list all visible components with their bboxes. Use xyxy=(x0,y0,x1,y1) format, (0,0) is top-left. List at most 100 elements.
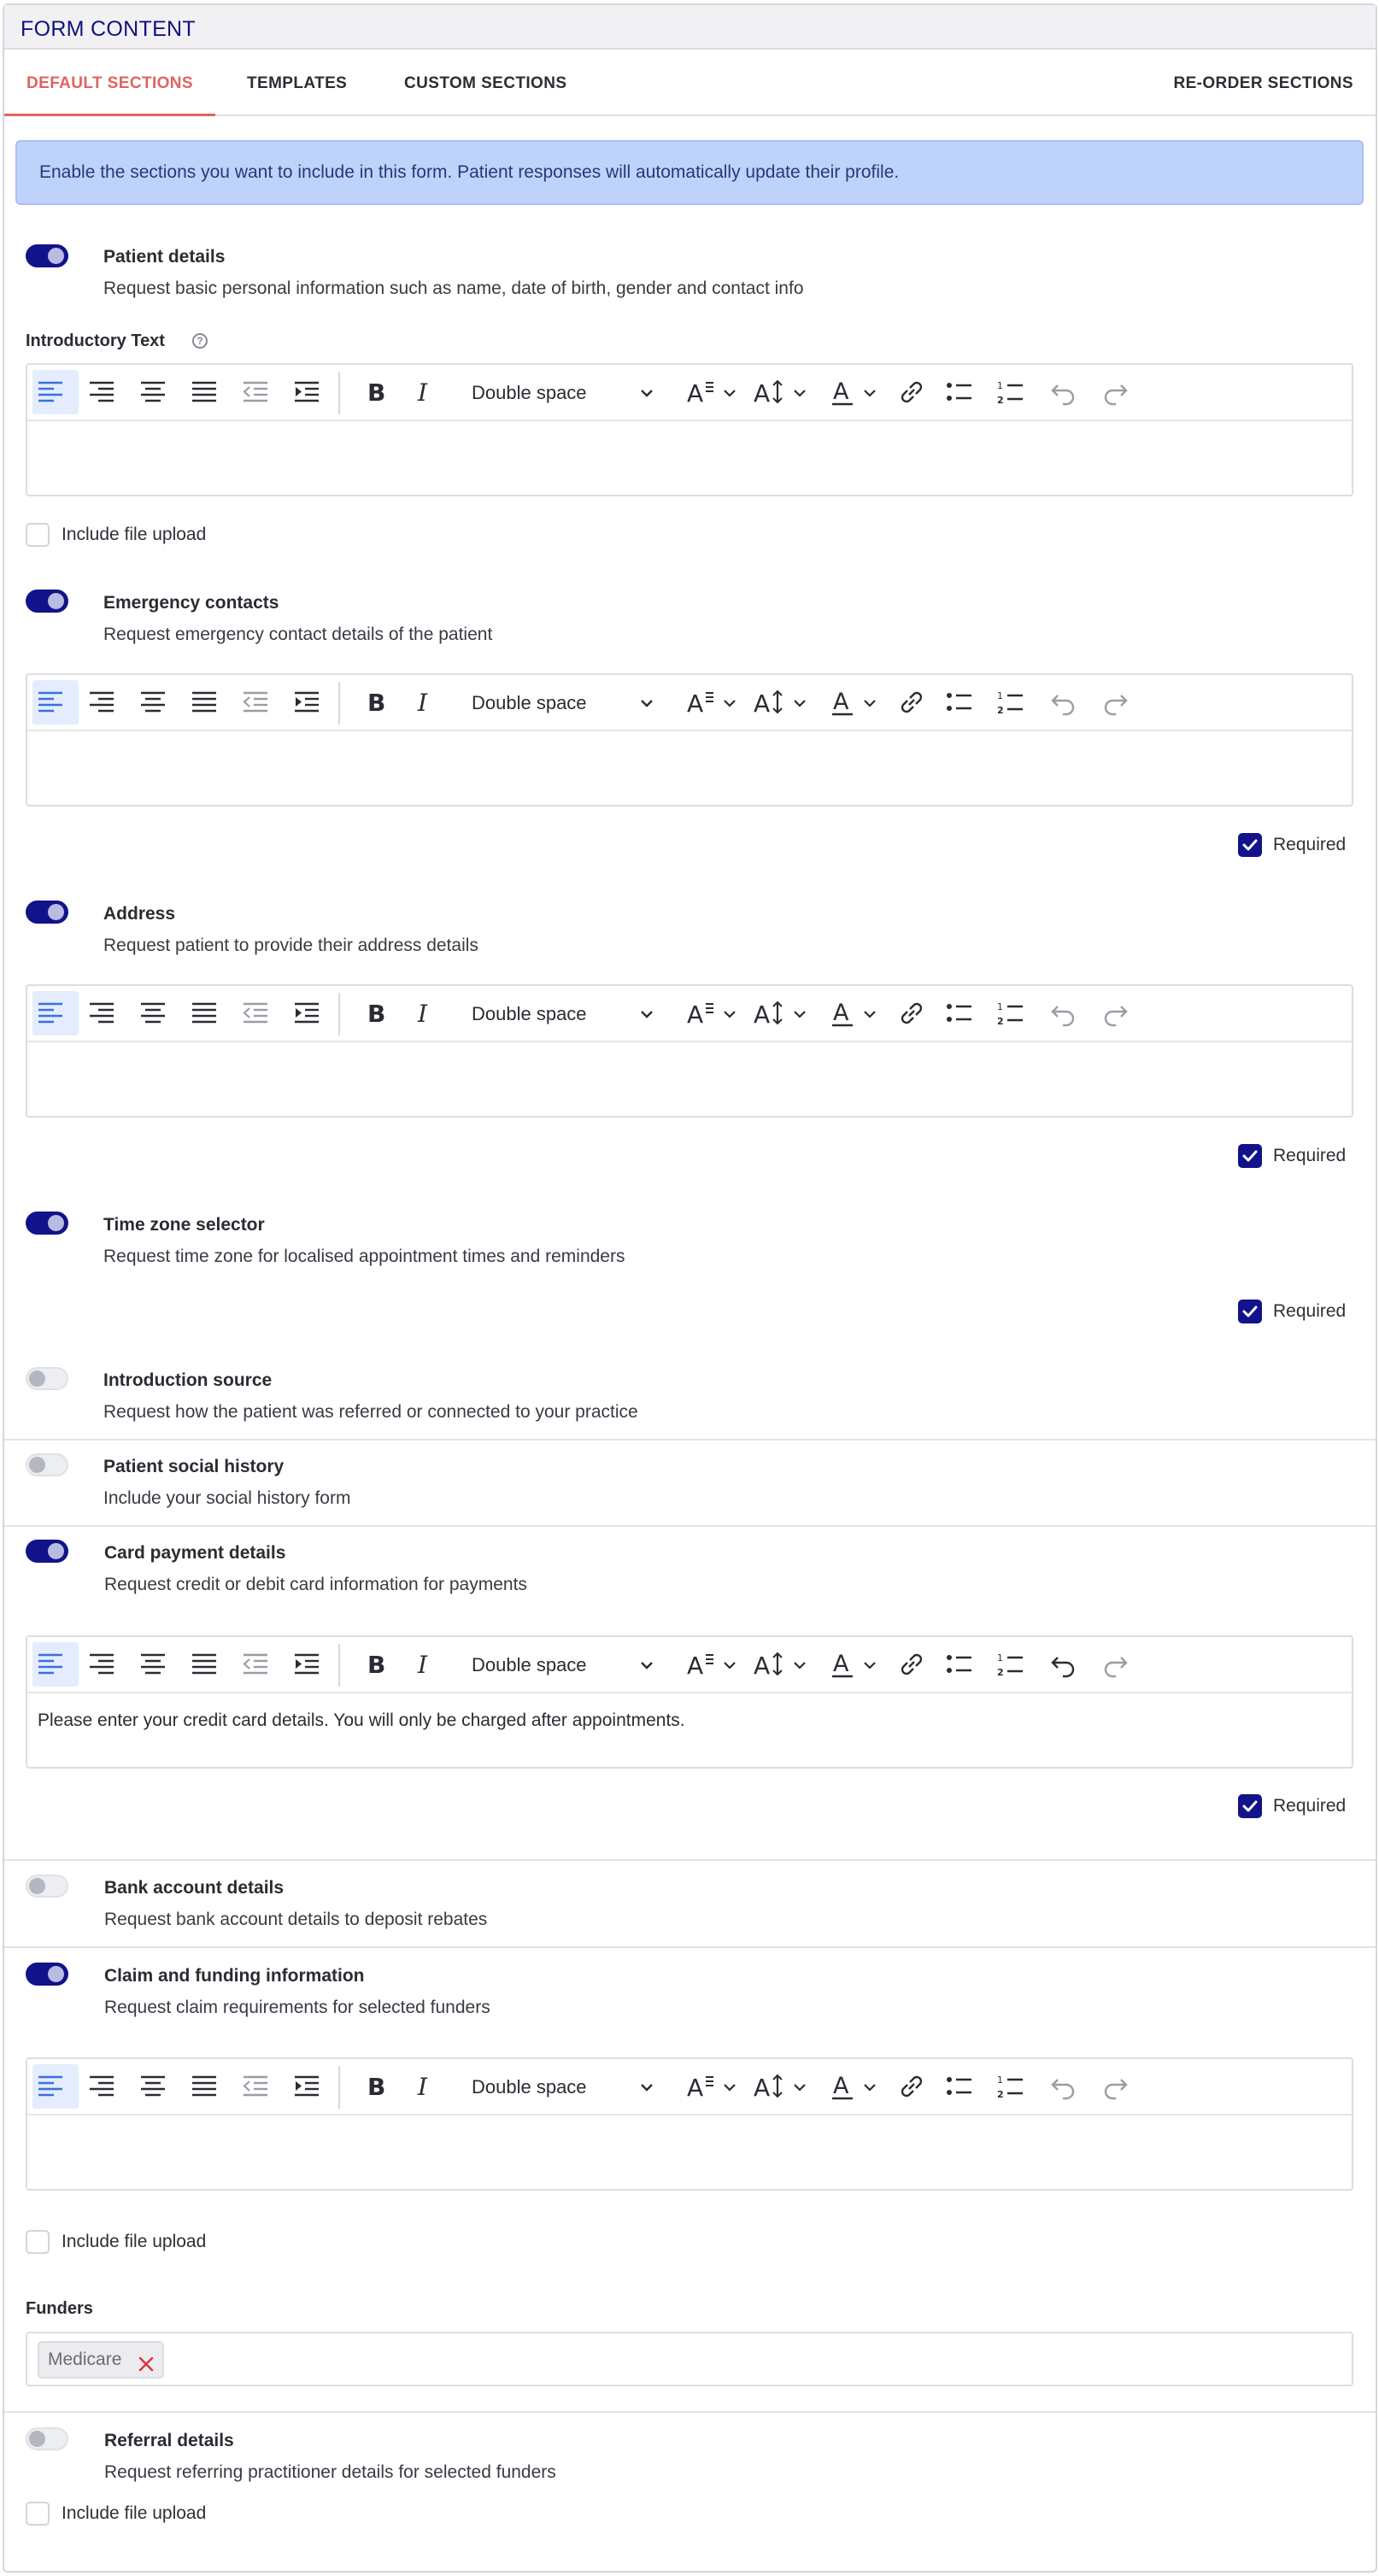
line-spacing-select[interactable]: Double space xyxy=(460,370,658,414)
font-style-icon[interactable]: A xyxy=(685,2064,740,2109)
italic-icon[interactable]: I xyxy=(403,680,446,725)
font-style-icon[interactable]: A xyxy=(685,370,740,414)
align-left-icon[interactable] xyxy=(32,680,79,725)
align-justify-icon[interactable] xyxy=(186,680,232,725)
font-color-icon[interactable]: A xyxy=(829,680,882,725)
font-color-icon[interactable]: A xyxy=(829,2064,882,2109)
editor-content[interactable]: Please enter your credit card details. Y… xyxy=(27,1693,1352,1767)
funders-select[interactable]: Medicare xyxy=(26,2332,1353,2386)
required-checkbox[interactable] xyxy=(1238,1300,1262,1323)
align-right-icon[interactable] xyxy=(84,370,130,414)
outdent-icon[interactable] xyxy=(238,2064,284,2109)
align-justify-icon[interactable] xyxy=(186,2064,232,2109)
tab-custom-sections[interactable]: CUSTOM SECTIONS xyxy=(382,51,589,116)
font-color-icon[interactable]: A xyxy=(829,1642,882,1687)
font-style-icon[interactable]: A xyxy=(685,1642,740,1687)
link-icon[interactable] xyxy=(892,1642,933,1687)
font-size-icon[interactable]: A xyxy=(754,680,810,725)
undo-icon[interactable] xyxy=(1044,1642,1085,1687)
re-order-sections-button[interactable]: RE-ORDER SECTIONS xyxy=(1151,51,1376,116)
link-icon[interactable] xyxy=(892,2064,933,2109)
remove-tag-icon[interactable] xyxy=(137,2351,156,2372)
editor-content[interactable] xyxy=(27,1042,1352,1116)
italic-icon[interactable]: I xyxy=(403,370,446,414)
italic-icon[interactable]: I xyxy=(403,991,446,1036)
align-justify-icon[interactable] xyxy=(186,1642,232,1687)
line-spacing-select[interactable]: Double space xyxy=(460,1642,658,1687)
redo-icon[interactable] xyxy=(1095,2064,1136,2109)
align-center-icon[interactable] xyxy=(135,680,181,725)
numbered-list-icon[interactable]: 12 xyxy=(991,991,1032,1036)
outdent-icon[interactable] xyxy=(238,991,284,1036)
include-file-upload-checkbox[interactable] xyxy=(26,2230,50,2254)
line-spacing-select[interactable]: Double space xyxy=(460,991,658,1036)
font-size-icon[interactable]: A xyxy=(754,2064,810,2109)
numbered-list-icon[interactable]: 12 xyxy=(991,2064,1032,2109)
redo-icon[interactable] xyxy=(1095,991,1136,1036)
italic-icon[interactable]: I xyxy=(403,2064,446,2109)
bold-icon[interactable]: B xyxy=(355,1642,398,1687)
link-icon[interactable] xyxy=(892,991,933,1036)
toggle-referral-details[interactable] xyxy=(26,2427,68,2450)
bullet-list-icon[interactable] xyxy=(940,680,981,725)
toggle-patient-details[interactable] xyxy=(26,244,68,267)
align-justify-icon[interactable] xyxy=(186,370,232,414)
align-justify-icon[interactable] xyxy=(186,991,232,1036)
align-left-icon[interactable] xyxy=(32,370,79,414)
include-file-upload-checkbox[interactable] xyxy=(26,523,50,547)
undo-icon[interactable] xyxy=(1044,680,1085,725)
toggle-emergency-contacts[interactable] xyxy=(26,590,68,613)
required-checkbox[interactable] xyxy=(1238,1794,1262,1818)
bold-icon[interactable]: B xyxy=(355,370,398,414)
toggle-card-payment-details[interactable] xyxy=(26,1540,68,1563)
align-right-icon[interactable] xyxy=(84,991,130,1036)
outdent-icon[interactable] xyxy=(238,1642,284,1687)
toggle-time-zone-selector[interactable] xyxy=(26,1212,68,1235)
indent-icon[interactable] xyxy=(289,2064,335,2109)
bullet-list-icon[interactable] xyxy=(940,1642,981,1687)
outdent-icon[interactable] xyxy=(238,370,284,414)
font-size-icon[interactable]: A xyxy=(754,1642,810,1687)
bold-icon[interactable]: B xyxy=(355,2064,398,2109)
undo-icon[interactable] xyxy=(1044,2064,1085,2109)
align-center-icon[interactable] xyxy=(135,991,181,1036)
indent-icon[interactable] xyxy=(289,370,335,414)
numbered-list-icon[interactable]: 12 xyxy=(991,680,1032,725)
bullet-list-icon[interactable] xyxy=(940,2064,981,2109)
redo-icon[interactable] xyxy=(1095,370,1136,414)
align-left-icon[interactable] xyxy=(32,991,79,1036)
align-right-icon[interactable] xyxy=(84,680,130,725)
indent-icon[interactable] xyxy=(289,1642,335,1687)
required-checkbox[interactable] xyxy=(1238,833,1262,857)
align-left-icon[interactable] xyxy=(32,2064,79,2109)
font-size-icon[interactable]: A xyxy=(754,370,810,414)
line-spacing-select[interactable]: Double space xyxy=(460,2064,658,2109)
indent-icon[interactable] xyxy=(289,680,335,725)
redo-icon[interactable] xyxy=(1095,680,1136,725)
link-icon[interactable] xyxy=(892,370,933,414)
numbered-list-icon[interactable]: 12 xyxy=(991,1642,1032,1687)
align-right-icon[interactable] xyxy=(84,1642,130,1687)
undo-icon[interactable] xyxy=(1044,991,1085,1036)
align-left-icon[interactable] xyxy=(32,1642,79,1687)
font-color-icon[interactable]: A xyxy=(829,370,882,414)
editor-content[interactable] xyxy=(27,2115,1352,2189)
align-center-icon[interactable] xyxy=(135,1642,181,1687)
font-style-icon[interactable]: A xyxy=(685,680,740,725)
font-style-icon[interactable]: A xyxy=(685,991,740,1036)
tab-templates[interactable]: TEMPLATES xyxy=(225,51,369,116)
toggle-claim-and-funding-information[interactable] xyxy=(26,1963,68,1986)
italic-icon[interactable]: I xyxy=(403,1642,446,1687)
bold-icon[interactable]: B xyxy=(355,991,398,1036)
undo-icon[interactable] xyxy=(1044,370,1085,414)
bullet-list-icon[interactable] xyxy=(940,991,981,1036)
toggle-bank-account-details[interactable] xyxy=(26,1875,68,1898)
link-icon[interactable] xyxy=(892,680,933,725)
indent-icon[interactable] xyxy=(289,991,335,1036)
outdent-icon[interactable] xyxy=(238,680,284,725)
align-right-icon[interactable] xyxy=(84,2064,130,2109)
font-size-icon[interactable]: A xyxy=(754,991,810,1036)
line-spacing-select[interactable]: Double space xyxy=(460,680,658,725)
align-center-icon[interactable] xyxy=(135,2064,181,2109)
editor-content[interactable] xyxy=(27,421,1352,495)
